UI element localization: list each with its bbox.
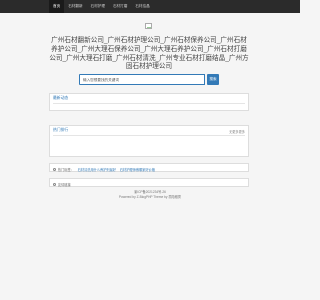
hot-panel-more-link[interactable]: 无更多更多 (229, 129, 245, 134)
tags-row: 热门标签： 石材清洗用什么养护剂最好 石材护理师傅哪家好价格 (50, 164, 248, 175)
links-row: 友情链接 (50, 179, 248, 190)
nav-menu: 首页 石材翻新 石材护理 石材打磨 石材结晶 (49, 0, 154, 13)
search-input[interactable] (79, 74, 205, 85)
tag-link-1[interactable]: 石材清洗用什么养护剂最好 (78, 168, 116, 172)
nav-item-care[interactable]: 石材护理 (87, 0, 109, 13)
link-icon (53, 183, 56, 187)
footer-powered: Powered by Z-BlogPHP Theme by 墨陌稚秀 (118, 195, 182, 199)
latest-panel: 最新动态 (49, 93, 249, 111)
nav-item-home[interactable]: 首页 (49, 0, 65, 13)
page-footer: 渝ICP备2021234号-26 Powered by Z-BlogPHP Th… (0, 190, 300, 200)
nav-item-crystallization[interactable]: 石材结晶 (131, 0, 153, 13)
links-label: 友情链接 (57, 183, 71, 187)
tag-icon (53, 168, 56, 172)
divider (53, 103, 245, 104)
hot-panel-title: 热门排行 (53, 128, 69, 132)
tag-link-2[interactable]: 石材护理师傅哪家好价格 (120, 168, 155, 172)
top-navbar: 首页 石材翻新 石材护理 石材打磨 石材结晶 (0, 0, 300, 13)
search-button[interactable]: 搜索 (207, 74, 219, 85)
site-title: 广州石材翻新公司_广州石材护理公司_广州石材保养公司_广州石材养护公司_广州大理… (49, 37, 249, 71)
hot-panel: 热门排行 无更多更多 (49, 125, 249, 157)
nav-item-polishing[interactable]: 石材打磨 (109, 0, 131, 13)
links-panel: 友情链接 (49, 178, 249, 187)
tags-label: 热门标签： (57, 168, 74, 172)
site-logo[interactable] (145, 23, 152, 29)
tags-panel: 热门标签： 石材清洗用什么养护剂最好 石材护理师傅哪家好价格 (49, 163, 249, 172)
latest-panel-title: 最新动态 (53, 96, 69, 100)
divider (53, 135, 245, 136)
nav-item-renovation[interactable]: 石材翻新 (64, 0, 86, 13)
search-bar: 搜索 (79, 74, 219, 85)
